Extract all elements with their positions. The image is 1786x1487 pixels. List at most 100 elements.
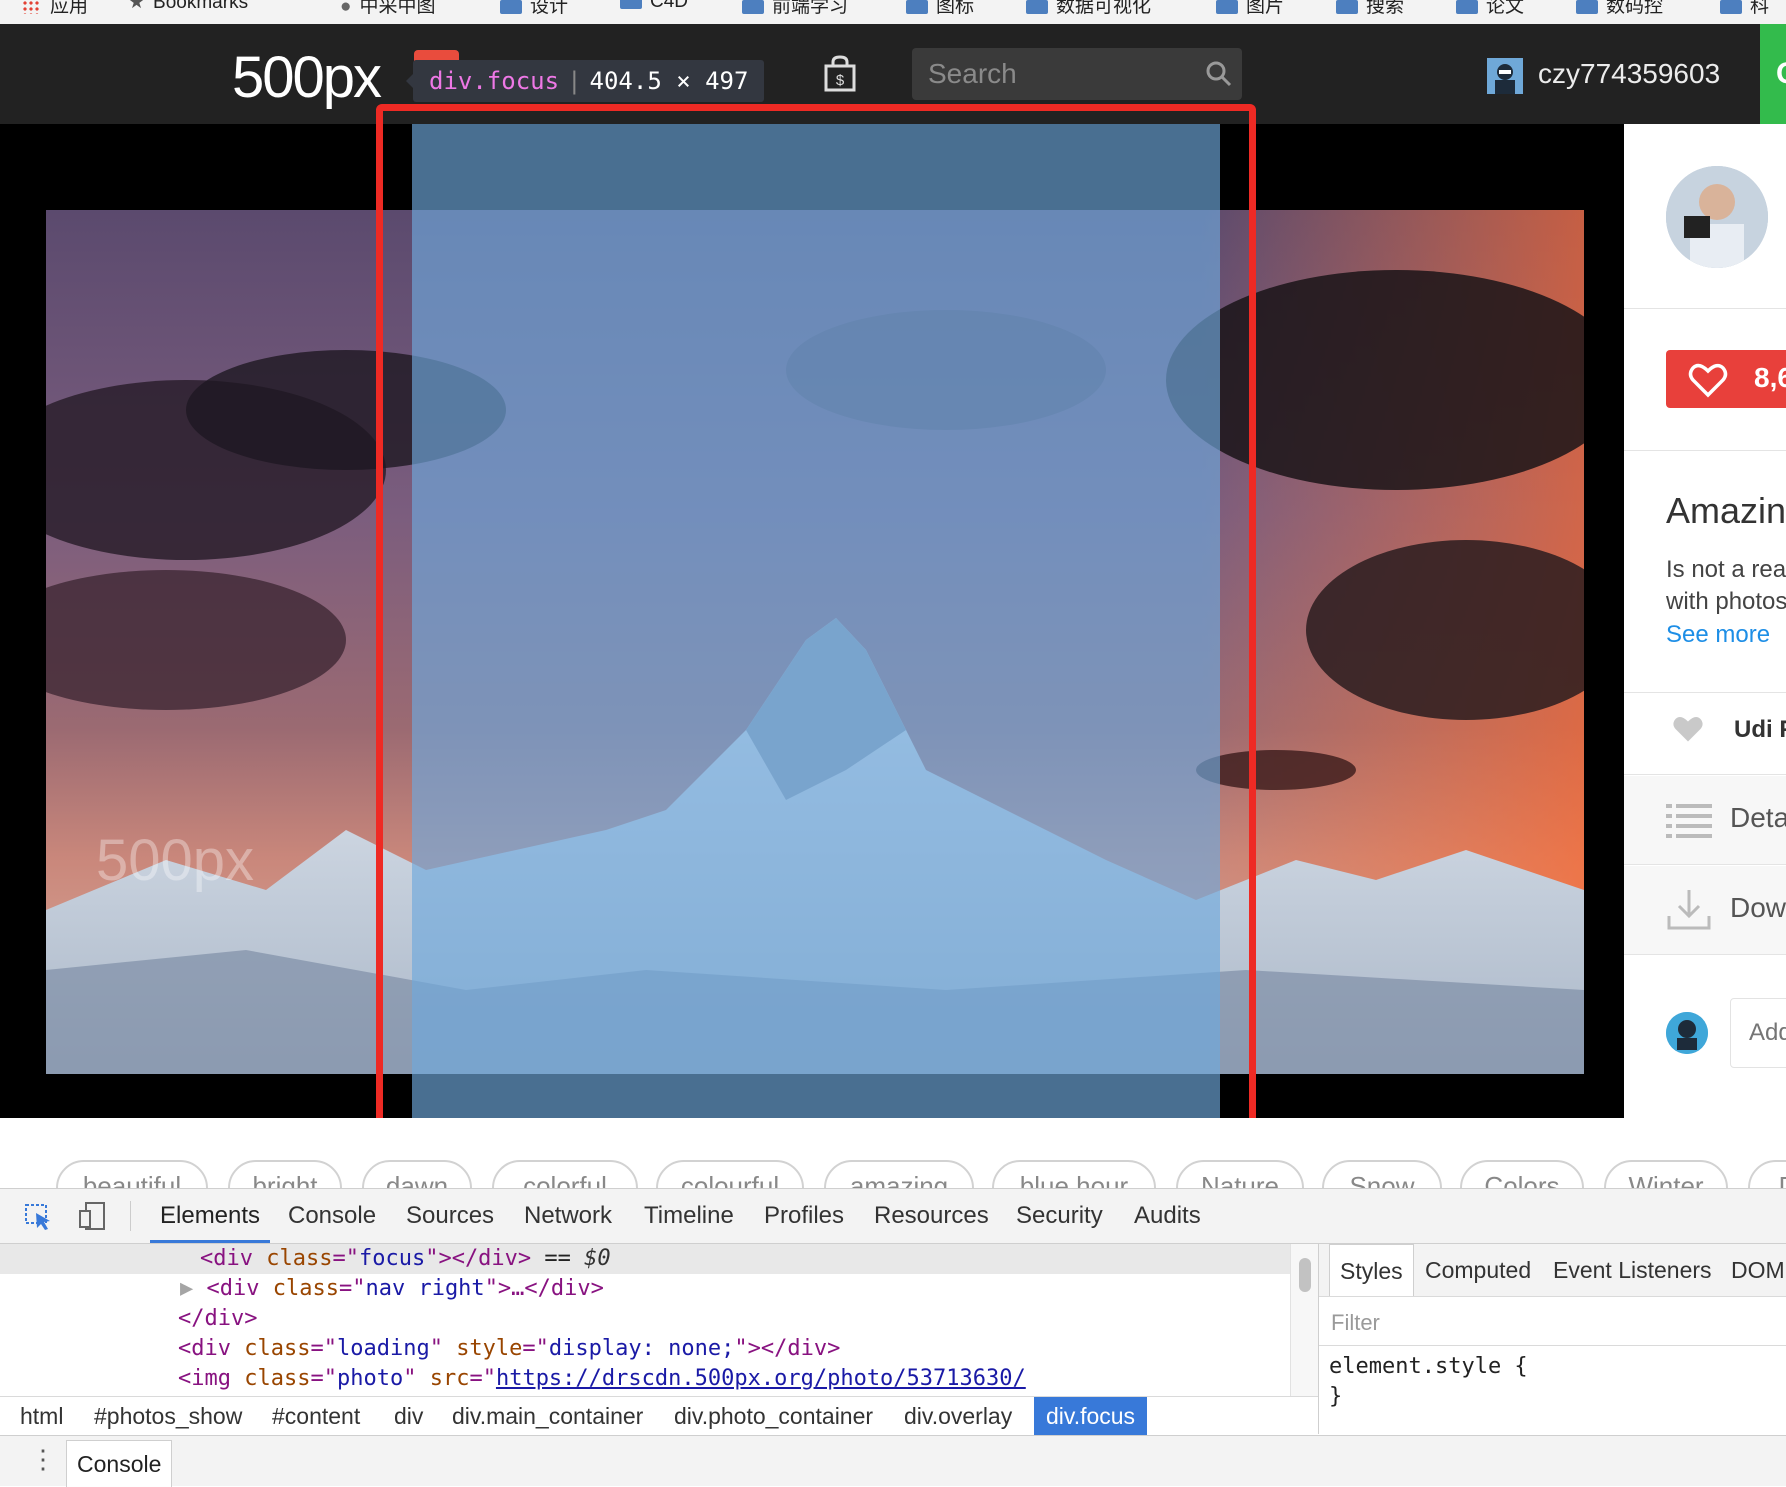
dom-console-ref: $0 (584, 1246, 611, 1271)
device-mode-icon[interactable] (78, 1201, 108, 1231)
username[interactable]: czy774359603 (1538, 58, 1720, 90)
tag-pill[interactable]: blue hour (992, 1160, 1156, 1188)
heart-icon (1688, 363, 1728, 398)
dom-tag-close: "></div> (425, 1246, 532, 1271)
tab-timeline[interactable]: Timeline (644, 1189, 734, 1243)
tag-pill[interactable]: colourful (656, 1160, 804, 1188)
bookmark-folder-papers[interactable]: 论文 (1456, 0, 1524, 18)
expand-triangle-icon[interactable]: ▶ (180, 1276, 193, 1301)
breadcrumb-overlay[interactable]: div.overlay (892, 1397, 1024, 1435)
tag-pill[interactable]: Snow (1322, 1160, 1442, 1188)
tab-event-listeners[interactable]: Event Listeners (1553, 1244, 1712, 1296)
tab-security[interactable]: Security (1016, 1189, 1103, 1243)
devtools-panel: Elements Console Sources Network Timelin… (0, 1188, 1786, 1487)
folder-icon (1576, 0, 1598, 14)
bookmark-folder-design[interactable]: 设计 (500, 0, 568, 18)
tag-pill[interactable]: colorful (492, 1160, 638, 1188)
tag-pill[interactable]: Nature (1176, 1160, 1304, 1188)
dom-breadcrumbs: html #photos_show #content div div.main_… (0, 1396, 1318, 1436)
dom-tree: … <div class="focus"></div> == $0 ▶ <div… (0, 1244, 1318, 1396)
tab-elements[interactable]: Elements (150, 1189, 271, 1243)
bookmark-folder-images[interactable]: 图片 (1216, 0, 1284, 18)
breadcrumb-photo-container[interactable]: div.photo_container (662, 1397, 885, 1435)
apps-grid-icon (22, 0, 40, 14)
tag-pill[interactable]: dawn (362, 1160, 472, 1188)
bookmark-folder-search[interactable]: 搜索 (1336, 0, 1404, 18)
breadcrumb-focus[interactable]: div.focus (1034, 1397, 1148, 1435)
tag-pill[interactable]: Winter (1604, 1160, 1728, 1188)
comment-input[interactable] (1730, 998, 1786, 1068)
dom-src-link[interactable]: https://drscdn.500px.org/photo/53713630/ (496, 1366, 1026, 1391)
breadcrumb-html[interactable]: html (8, 1397, 75, 1435)
download-icon (1667, 890, 1711, 930)
sidebar-divider (1624, 692, 1786, 693)
photo-title: Amazin (1666, 490, 1786, 531)
tab-resources[interactable]: Resources (874, 1189, 989, 1243)
dom-node-img-photo[interactable]: <img class="photo" src="https://drscdn.5… (0, 1364, 1290, 1394)
bookmark-folder-dataviz[interactable]: 数据可视化 (1026, 0, 1151, 18)
dom-tag: <div (178, 1336, 245, 1361)
bookmark-folder-frontend[interactable]: 前端学习 (742, 0, 848, 18)
heart-outline-icon[interactable] (1670, 714, 1706, 744)
details-row[interactable]: Deta (1624, 776, 1786, 864)
search-icon[interactable] (1205, 60, 1233, 88)
breadcrumb-div[interactable]: div (382, 1397, 435, 1435)
bookmark-folder-icons[interactable]: 图标 (906, 0, 974, 18)
tab-styles[interactable]: Styles (1329, 1244, 1414, 1296)
tag-pill[interactable]: amazing (824, 1160, 974, 1188)
tab-dom-breakpoints[interactable]: DOM (1731, 1244, 1785, 1296)
bookmark-apps[interactable]: 应用 (22, 0, 88, 18)
tab-profiles[interactable]: Profiles (764, 1189, 844, 1243)
toolbar-divider (130, 1201, 131, 1231)
dom-punct: " (429, 1336, 457, 1361)
tab-computed[interactable]: Computed (1425, 1244, 1531, 1296)
see-more-link[interactable]: See more (1666, 621, 1770, 649)
dom-tag: <div (206, 1276, 273, 1301)
sidebar-divider (1624, 308, 1786, 309)
site-logo[interactable]: 500px (232, 44, 382, 111)
bookmarks-bar: 应用 ★ Bookmarks ● 中采中图 设计 C4D 前端学习 图标 数据可视化… (0, 0, 1786, 25)
tab-network[interactable]: Network (524, 1189, 612, 1243)
details-label: Deta (1730, 802, 1786, 833)
tag-pill[interactable]: D (1748, 1160, 1786, 1188)
breadcrumb-content[interactable]: #content (260, 1397, 372, 1435)
dom-node-loading[interactable]: <div class="loading" style="display: non… (0, 1334, 1290, 1364)
dom-scrollbar[interactable] (1290, 1244, 1318, 1396)
bookmark-folder-digital[interactable]: 数码控 (1576, 0, 1663, 18)
styles-filter-input[interactable]: Filter (1331, 1310, 1380, 1336)
bookmark-bookmarks[interactable]: ★ Bookmarks (128, 0, 248, 14)
bookmark-folder-sci[interactable]: 科 (1720, 0, 1769, 18)
breadcrumb-main-container[interactable]: div.main_container (440, 1397, 655, 1435)
author-avatar[interactable] (1666, 166, 1768, 268)
tag-pill[interactable]: Colors (1460, 1160, 1584, 1188)
console-drawer: ⋮ Console (0, 1435, 1786, 1487)
liked-by-user[interactable]: Udi F (1734, 716, 1786, 744)
search-input[interactable] (912, 48, 1242, 100)
drawer-menu-icon[interactable]: ⋮ (30, 1444, 56, 1475)
inspect-element-icon[interactable] (24, 1203, 54, 1231)
breadcrumb-photos-show[interactable]: #photos_show (82, 1397, 254, 1435)
dom-attr-name: class (244, 1366, 311, 1391)
tab-sources[interactable]: Sources (406, 1189, 494, 1243)
bookmark-folder-c4d[interactable]: C4D (620, 0, 688, 13)
star-icon: ★ (128, 0, 146, 13)
user-avatar[interactable] (1487, 58, 1523, 94)
tooltip-tag: div (429, 67, 473, 95)
dom-attr-name: src (429, 1366, 470, 1391)
shopping-bag-icon[interactable]: $ (820, 54, 860, 94)
dom-node-selected[interactable]: <div class="focus"></div> == $0 (0, 1244, 1290, 1274)
dom-node-nav-right[interactable]: ▶ <div class="nav right">…</div> (0, 1274, 1290, 1304)
dom-node-close[interactable]: </div> (0, 1304, 1290, 1334)
download-label: Dow (1730, 892, 1786, 923)
tab-audits[interactable]: Audits (1134, 1189, 1201, 1243)
dom-scroll-thumb[interactable] (1299, 1258, 1311, 1292)
element-style-rule[interactable]: element.style { } (1329, 1352, 1528, 1412)
tag-pill[interactable]: bright (228, 1160, 342, 1188)
bookmark-zhongcai[interactable]: ● 中采中图 (340, 0, 436, 18)
drawer-tab-console[interactable]: Console (66, 1440, 173, 1487)
dom-punct: " (403, 1366, 430, 1391)
photo-sidebar: 8,6 Amazin Is not a rea with photos See … (1624, 124, 1786, 1118)
download-row[interactable]: Dow (1624, 866, 1786, 954)
tab-console[interactable]: Console (288, 1189, 376, 1243)
tag-pill[interactable]: beautiful (56, 1160, 208, 1188)
